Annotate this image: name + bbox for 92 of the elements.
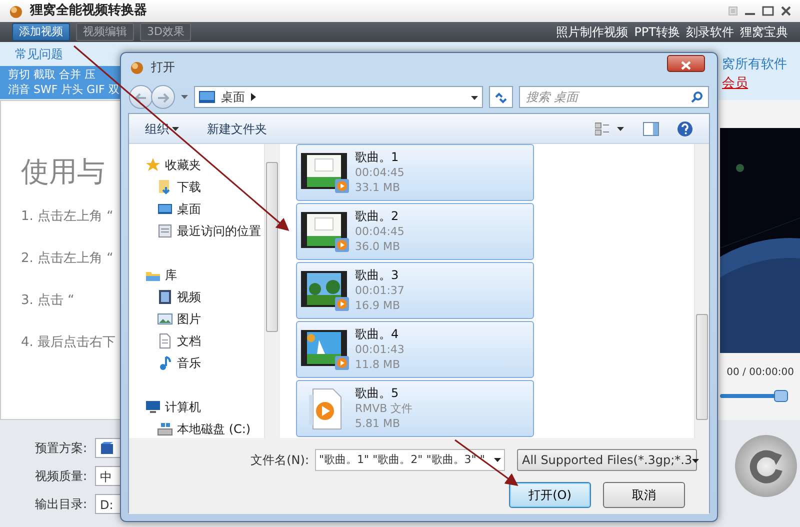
file-tile[interactable]: 歌曲。5 RMVB 文件 5.81 MB — [296, 380, 534, 437]
guide-step: 4. 最后点击右下 — [21, 333, 116, 375]
address-text: 桌面 — [221, 89, 245, 106]
file-size: 33.1 MB — [355, 180, 402, 195]
caret-icon — [494, 458, 501, 462]
guide-step: 1. 点击左上角 “ — [21, 207, 114, 249]
nav-item[interactable]: 桌面 — [177, 200, 201, 218]
forward-icon — [157, 92, 169, 103]
software-link[interactable]: 窝所有软件 — [722, 54, 800, 74]
nav-item[interactable]: 音乐 — [177, 354, 201, 372]
search-icon — [691, 91, 703, 103]
dialog-title: 打开 — [151, 59, 175, 76]
toolbar-link[interactable]: 狸窝宝典 — [740, 23, 788, 41]
nav-item[interactable]: 库 — [165, 266, 177, 284]
file-detail: RMVB 文件 — [355, 401, 413, 416]
file-detail: 00:04:45 — [355, 165, 404, 180]
preview-pane-icon[interactable] — [643, 122, 659, 136]
back-button[interactable] — [129, 85, 153, 109]
scrollbar[interactable] — [264, 144, 279, 438]
nav-item[interactable]: 本地磁盘 (C:) — [177, 420, 251, 438]
file-size: 36.0 MB — [355, 239, 402, 254]
setting-label: 视频质量: — [35, 468, 88, 485]
setting-label: 预置方案: — [35, 440, 88, 457]
file-name: 歌曲。3 — [355, 268, 400, 283]
file-size: 5.81 MB — [355, 416, 402, 431]
toolbar-button[interactable]: 添加视频 — [12, 23, 70, 41]
nav-item[interactable]: 图片 — [177, 310, 201, 328]
search-field[interactable]: 搜索 桌面 — [519, 86, 709, 108]
file-tile[interactable]: 歌曲。1 00:04:45 33.1 MB — [296, 144, 534, 201]
filename-label: 文件名(N): — [250, 452, 309, 469]
nav-item[interactable]: 计算机 — [165, 398, 201, 416]
dialog-button[interactable]: 打开(O) — [509, 482, 591, 508]
guide-heading: 使用与 — [21, 154, 105, 190]
file-size: 16.9 MB — [355, 298, 402, 313]
scrollbar[interactable] — [694, 144, 709, 438]
toolbar-link[interactable]: 照片制作视频 — [556, 23, 628, 41]
dialog-button[interactable]: 取消 — [603, 482, 685, 508]
file-type-dropdown[interactable]: All Supported Files(*.3gp;*.3 — [517, 449, 697, 471]
view-icon[interactable] — [595, 122, 625, 136]
recent-places-icon — [157, 223, 173, 239]
file-name: 歌曲。2 — [355, 209, 400, 224]
nav-item[interactable]: 收藏夹 — [165, 156, 201, 174]
time-label: 00 / 00:00:00 — [726, 366, 795, 380]
file-name: 歌曲。1 — [355, 150, 400, 165]
close-icon — [681, 61, 691, 70]
file-detail: 00:04:45 — [355, 224, 404, 239]
star-icon — [145, 157, 161, 173]
vip-link[interactable]: 会员 — [722, 74, 800, 94]
maximize-icon[interactable] — [762, 6, 774, 16]
disk-drive-icon — [157, 421, 173, 437]
close-icon[interactable] — [780, 6, 792, 16]
chevron-icon — [251, 93, 256, 101]
nav-item[interactable]: 文档 — [177, 332, 201, 350]
nav-item[interactable]: 下载 — [177, 178, 201, 196]
setting-label: 输出目录: — [35, 496, 88, 513]
faq-tab[interactable]: 常见问题 — [0, 42, 78, 66]
nav-item[interactable]: 最近访问的位置 — [177, 222, 261, 240]
guide-step: 3. 点击 “ — [21, 291, 74, 333]
app-title: 狸窝全能视频转换器 — [30, 2, 147, 20]
toolbar-button[interactable]: 新建文件夹 — [207, 120, 267, 138]
nav-item[interactable]: 视频 — [177, 288, 201, 306]
computer-icon — [145, 399, 161, 415]
address-bar[interactable]: 桌面 — [194, 86, 483, 108]
help-icon[interactable] — [677, 120, 693, 136]
logo-icon — [8, 3, 24, 19]
refresh-icon — [494, 92, 508, 104]
file-name: 歌曲。5 — [355, 386, 400, 401]
guide-step: 2. 点击左上角 “ — [21, 249, 114, 291]
toolbar-link[interactable]: 刻录软件 — [686, 23, 734, 41]
toolbar-button[interactable]: 组织 — [145, 120, 179, 138]
file-name: 歌曲。4 — [355, 327, 400, 342]
file-size: 11.8 MB — [355, 357, 402, 372]
file-tile[interactable]: 歌曲。3 00:01:37 16.9 MB — [296, 262, 534, 319]
desktop-icon — [199, 91, 215, 103]
logo-icon — [129, 59, 145, 75]
music-note-icon — [157, 355, 173, 371]
toolbar-link[interactable]: PPT转换 — [634, 23, 680, 41]
back-icon — [135, 92, 147, 103]
picture-icon — [157, 311, 173, 327]
arrow — [454, 439, 518, 486]
filename-field[interactable]: "歌曲。1" "歌曲。2" "歌曲。3" " — [315, 449, 505, 471]
file-detail: 00:01:37 — [355, 283, 404, 298]
document-icon — [157, 333, 173, 349]
video-icon — [157, 289, 173, 305]
file-detail: 00:01:43 — [355, 342, 404, 357]
desktop-icon — [157, 201, 173, 217]
file-tile[interactable]: 歌曲。4 00:01:43 11.8 MB — [296, 321, 534, 378]
file-tile[interactable]: 歌曲。2 00:04:45 36.0 MB — [296, 203, 534, 260]
caret-icon — [692, 458, 700, 463]
caret-icon — [172, 126, 179, 130]
close-button[interactable] — [667, 55, 705, 72]
refresh-button[interactable] — [489, 86, 513, 108]
